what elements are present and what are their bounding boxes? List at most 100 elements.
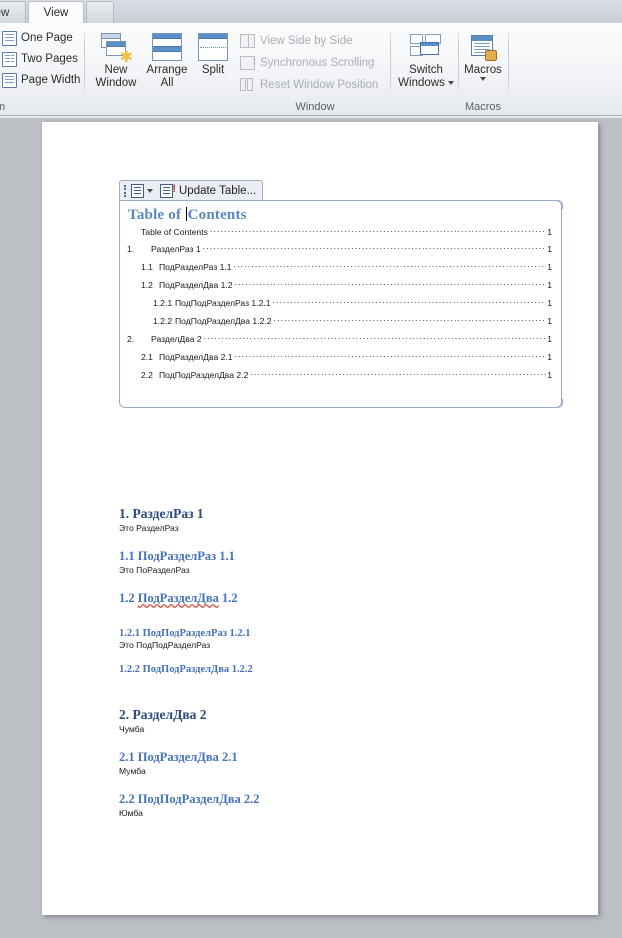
- toc-entry-text: РазделРаз 1: [151, 244, 201, 254]
- toc-entry[interactable]: 1. РазделРаз 1 1: [127, 243, 552, 255]
- toc-entry-text: РазделДва 2: [151, 334, 202, 344]
- view-side-by-side-label: View Side by Side: [260, 34, 353, 47]
- toc-entry[interactable]: 2.2 ПодПодРазделДва 2.2 1: [127, 369, 552, 381]
- paragraph-1-2-1: Это ПодПодРазделРаз: [119, 640, 211, 650]
- toc-entry-page-number: 1: [547, 244, 552, 254]
- heading-2-2: 2.2 ПодПодРазделДва 2.2: [119, 792, 260, 806]
- reset-window-position-label: Reset Window Position: [260, 78, 379, 91]
- toc-entry-page-number: 1: [547, 262, 552, 272]
- document-canvas[interactable]: ! Update Table... Table of Contents Tabl…: [0, 118, 622, 938]
- tab-view-label: View: [43, 6, 69, 19]
- synchronous-scrolling-icon: [240, 55, 257, 70]
- toc-heading-before: Table of: [128, 207, 186, 223]
- two-pages-button[interactable]: Two Pages: [2, 49, 78, 69]
- toc-entry[interactable]: 1.2 ПодРазделДва 1.2 1: [127, 279, 552, 291]
- section-2-2: 2.2 ПодПодРазделДва 2.2 Юмба: [119, 790, 558, 819]
- paragraph-2-2: Юмба: [119, 808, 143, 818]
- toc-entry-number: 1.2.1: [153, 298, 173, 308]
- one-page-icon: [2, 30, 17, 46]
- ribbon-tab-strip: ew View: [0, 0, 622, 24]
- macros-chevron-down-icon[interactable]: [480, 77, 486, 81]
- paragraph-1-1: Это РазделРаз: [119, 523, 179, 533]
- split-button[interactable]: Split: [185, 26, 241, 96]
- update-table-icon[interactable]: !: [160, 184, 176, 198]
- toc-entry-page-number: 1: [547, 334, 552, 344]
- synchronous-scrolling-label: Synchronous Scrolling: [260, 56, 375, 69]
- two-pages-icon: [2, 51, 17, 67]
- toc-entry-number: 2.: [127, 334, 135, 344]
- macros-icon: [470, 30, 497, 64]
- macros-button[interactable]: Macros: [461, 26, 505, 96]
- ribbon: ew View One Page Two Pages Page Width m: [0, 0, 622, 118]
- toc-entry-leader: [210, 226, 546, 235]
- tab-review[interactable]: ew: [0, 1, 26, 23]
- one-page-button[interactable]: One Page: [2, 28, 73, 48]
- chevron-down-icon[interactable]: [147, 189, 153, 193]
- tab-review-label: ew: [0, 6, 10, 19]
- two-pages-label: Two Pages: [21, 53, 78, 65]
- toc-entry-number: 2.2: [141, 370, 153, 380]
- toc-entry-page-number: 1: [547, 352, 552, 362]
- update-table-label[interactable]: Update Table...: [179, 185, 256, 197]
- toc-entry-page-number: 1: [547, 227, 552, 237]
- toc-field-body[interactable]: Table of Contents Table of Contents 1 1. Ра…: [119, 200, 562, 408]
- reset-window-position-button[interactable]: Reset Window Position: [240, 75, 378, 94]
- document-page[interactable]: ! Update Table... Table of Contents Tabl…: [42, 122, 598, 915]
- arrange-all-label-2: All: [160, 77, 174, 89]
- heading-1-2-misspelled-word: ПодРазделДва: [137, 591, 219, 605]
- document-body[interactable]: 1. РазделРаз 1 Это РазделРаз 1.1 ПодРазд…: [119, 506, 558, 819]
- toc-entry[interactable]: Table of Contents 1: [141, 226, 552, 238]
- chevron-down-icon[interactable]: [447, 80, 454, 85]
- toc-entry-text: ПодРазделРаз 1.1: [159, 262, 232, 272]
- ribbon-body: One Page Two Pages Page Width m ✱ New Wi…: [0, 23, 622, 116]
- toc-entry-text: ПодПодРазделДва 1.2.2: [175, 316, 272, 326]
- new-window-label-2: Window: [95, 77, 137, 89]
- toc-entry-number: 1.2: [141, 280, 153, 290]
- toc-heading-after: Contents: [187, 207, 247, 223]
- toc-entry[interactable]: 2. РазделДва 2 1: [127, 333, 552, 345]
- tab-view[interactable]: View: [28, 1, 84, 24]
- toc-entry-number: 1.1: [141, 262, 153, 272]
- toc-entry-text: ПодРазделДва 1.2: [159, 280, 233, 290]
- group-divider-2: [390, 27, 391, 95]
- toc-entry-text: ПодПодРазделРаз 1.2.1: [175, 298, 271, 308]
- switch-windows-label-1: Switch: [409, 64, 443, 76]
- heading-1-2-1: 1.2.1 ПодПодРазделРаз 1.2.1: [119, 628, 251, 639]
- tab-next-partial[interactable]: [86, 1, 114, 23]
- toc-entry-page-number: 1: [547, 370, 552, 380]
- toc-entry-leader: [234, 261, 547, 270]
- page-width-button[interactable]: Page Width: [2, 70, 80, 90]
- arrange-all-label-1: Arrange: [146, 64, 188, 76]
- toc-entry-text: ПодПодРазделДва 2.2: [159, 370, 249, 380]
- toc-entry[interactable]: 1.1 ПодРазделРаз 1.1 1: [127, 261, 552, 273]
- synchronous-scrolling-button[interactable]: Synchronous Scrolling: [240, 53, 374, 72]
- toc-entry[interactable]: 2.1 ПодРазделДва 2.1 1: [127, 351, 552, 363]
- paragraph-2: Чумба: [119, 724, 145, 734]
- one-page-label: One Page: [21, 32, 73, 44]
- group-divider-3: [458, 27, 459, 95]
- page-width-label: Page Width: [21, 74, 81, 86]
- group-divider: [84, 27, 85, 95]
- macros-group-label: Macros: [464, 101, 502, 113]
- view-side-by-side-button[interactable]: View Side by Side: [240, 31, 352, 50]
- toc-entry[interactable]: 1.2.1ПодПодРазделРаз 1.2.1 1: [127, 297, 552, 309]
- arrange-all-icon: [152, 30, 182, 64]
- toc-options-icon[interactable]: [131, 184, 144, 198]
- toc-entry-leader: [250, 369, 546, 378]
- content-control-notch-top: [554, 200, 563, 209]
- page-width-icon: [2, 72, 17, 88]
- split-label: Split: [201, 64, 225, 76]
- table-of-contents-content-control[interactable]: ! Update Table... Table of Contents Tabl…: [119, 180, 563, 408]
- ribbon-group-zoom: One Page Two Pages Page Width m: [0, 23, 84, 115]
- heading-1-2-2: 1.2.2 ПодПодРазделДва 1.2.2: [119, 664, 253, 675]
- switch-windows-button[interactable]: Switch Windows: [394, 26, 458, 96]
- content-control-toolbar[interactable]: ! Update Table...: [119, 180, 264, 201]
- reset-window-position-icon: [240, 77, 255, 92]
- toc-entry-leader: [273, 297, 547, 306]
- new-window-button[interactable]: ✱ New Window: [88, 26, 144, 96]
- heading-1-2-prefix: 1.2: [119, 591, 138, 605]
- content-control-handle[interactable]: [124, 184, 128, 198]
- toc-entry[interactable]: 1.2.2ПодПодРазделДва 1.2.2 1: [127, 315, 552, 327]
- toc-entry-text: Table of Contents: [141, 227, 208, 237]
- switch-windows-icon: [410, 30, 442, 64]
